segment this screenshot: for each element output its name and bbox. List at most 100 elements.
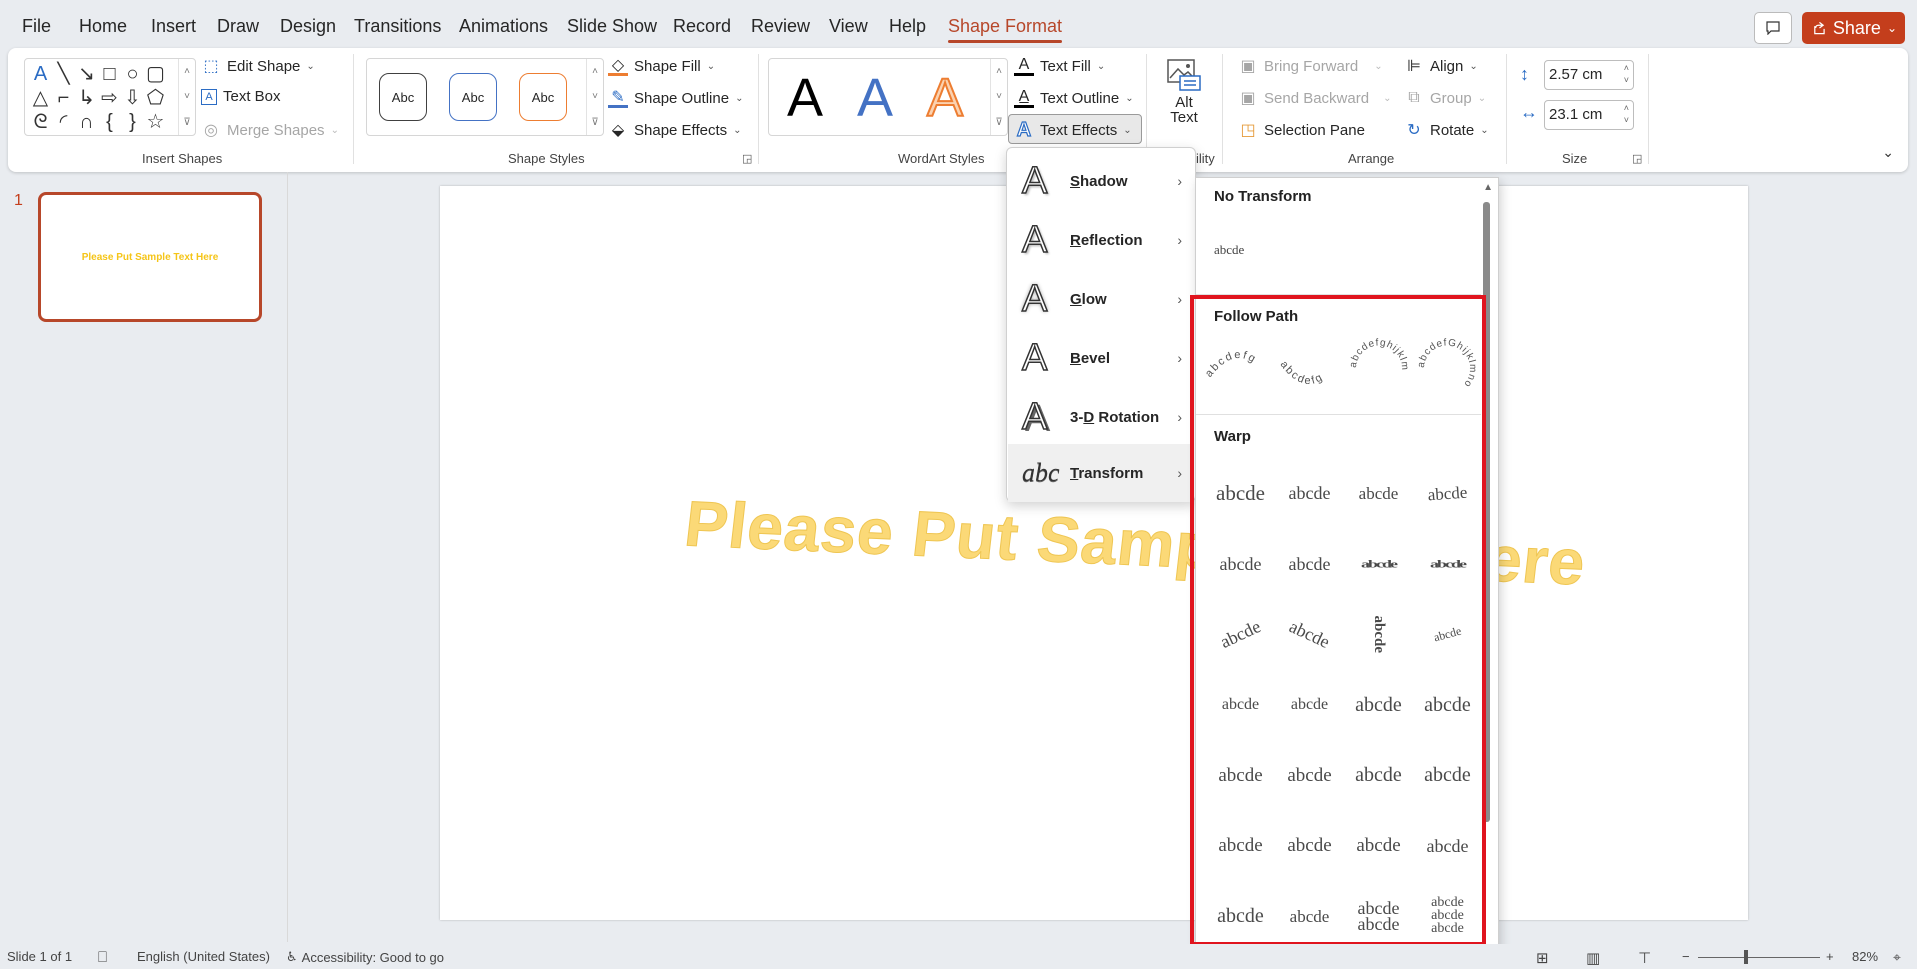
warp-option[interactable]: abcde <box>1206 529 1275 600</box>
no-transform-option[interactable]: abcde <box>1214 242 1244 258</box>
scroll-down-icon[interactable]: ˅ <box>184 91 190 102</box>
shape-down-arrow-icon[interactable]: ⇩ <box>121 86 144 110</box>
wordart-sample[interactable]: A <box>857 65 893 131</box>
warp-option[interactable]: abcde <box>1344 543 1413 585</box>
warp-option[interactable]: abcde <box>1405 591 1490 677</box>
scroll-up-icon[interactable]: ˄ <box>184 66 190 77</box>
shape-width-field[interactable]: 23.1 cm ˄ ˅ <box>1544 100 1634 130</box>
warp-option[interactable]: abcde <box>1413 670 1482 741</box>
shape-style-sample[interactable]: Abc <box>379 73 427 121</box>
shape-right-brace-icon[interactable]: } <box>121 110 144 134</box>
tab-view[interactable]: View <box>829 16 868 37</box>
pane-divider[interactable] <box>287 172 288 942</box>
shape-arc-icon[interactable]: ◜ <box>52 110 75 134</box>
send-backward-button[interactable]: ▣ Send Backward ⌄ <box>1238 88 1391 108</box>
gallery-expand-icon[interactable]: ⊽ <box>183 117 190 128</box>
scroll-down-icon[interactable]: ˅ <box>996 91 1002 102</box>
reading-view-icon[interactable]: ▥ <box>1586 949 1600 967</box>
tab-record[interactable]: Record <box>673 16 731 37</box>
warp-option[interactable]: abcde <box>1275 670 1344 741</box>
slide-thumbnail[interactable]: Please Put Sample Text Here <box>38 192 262 322</box>
slide-sorter-icon[interactable]: ⊞ <box>1536 949 1549 967</box>
group-button[interactable]: ⧉ Group ⌄ <box>1404 88 1486 108</box>
warp-option[interactable]: abcde <box>1206 740 1275 811</box>
scroll-up-icon[interactable]: ˄ <box>592 66 598 77</box>
text-outline-button[interactable]: A̲ Text Outline ⌄ <box>1014 88 1134 108</box>
zoom-level[interactable]: 82% <box>1852 949 1878 964</box>
zoom-in-button[interactable]: + <box>1826 949 1834 964</box>
language-status[interactable]: English (United States) <box>137 949 270 964</box>
fit-to-window-icon[interactable]: ⌖ <box>1893 949 1901 966</box>
gallery-expand-icon[interactable]: ⊽ <box>591 117 598 128</box>
tab-design[interactable]: Design <box>280 16 336 37</box>
tab-draw[interactable]: Draw <box>217 16 259 37</box>
tab-file[interactable]: File <box>22 16 51 37</box>
width-spinner[interactable]: ˄ ˅ <box>1624 102 1629 126</box>
wordart-styles-gallery[interactable]: A A A ˄ ˅ ⊽ <box>768 58 1008 136</box>
warp-option[interactable]: abcde <box>1411 456 1485 531</box>
warp-option[interactable]: abcde <box>1343 600 1414 669</box>
warp-option[interactable]: abcde <box>1275 458 1344 529</box>
tab-shape-format[interactable]: Shape Format <box>948 16 1063 43</box>
share-dropdown-icon[interactable]: ⌄ <box>1887 21 1905 35</box>
warp-option[interactable]: abcde abcde <box>1349 899 1409 933</box>
alt-text-button[interactable]: Alt Text <box>1166 58 1202 126</box>
warp-option[interactable]: abcde <box>1206 881 1275 952</box>
bring-forward-button[interactable]: ▣ Bring Forward ⌄ <box>1238 56 1382 76</box>
accessibility-status[interactable]: ♿ Accessibility: Good to go <box>286 949 444 965</box>
menu-item-reflection[interactable]: A Reflection › <box>1008 211 1194 269</box>
menu-item-glow[interactable]: A Glow › <box>1008 270 1194 328</box>
selection-pane-button[interactable]: ◳ Selection Pane <box>1238 120 1364 140</box>
wordart-sample[interactable]: A <box>787 65 823 131</box>
warp-option[interactable]: abcde <box>1344 740 1413 811</box>
shapes-gallery[interactable]: A ╲ ↘ □ ○ ▢ △ ⌐ ↳ ⇨ ⇩ ⬠ ᘓ ◜ ∩ { } ☆ ˄ ˅ … <box>24 58 196 136</box>
shape-line-icon[interactable]: ╲ <box>52 62 75 86</box>
shape-oval-icon[interactable]: ○ <box>121 62 144 86</box>
shape-curve-icon[interactable]: ∩ <box>75 110 98 134</box>
shape-style-sample[interactable]: Abc <box>519 73 567 121</box>
warp-option[interactable]: abcde <box>1206 458 1275 529</box>
share-button[interactable]: Share ⌄ <box>1802 12 1905 44</box>
shape-left-brace-icon[interactable]: { <box>98 110 121 134</box>
shape-arrow-line-icon[interactable]: ↘ <box>75 62 98 86</box>
scroll-up-icon[interactable]: ˄ <box>996 66 1002 77</box>
tab-transitions[interactable]: Transitions <box>354 16 441 37</box>
warp-option[interactable]: abcde <box>1413 543 1482 585</box>
height-spinner[interactable]: ˄ ˅ <box>1624 62 1629 86</box>
notes-icon[interactable]: ⎕ <box>98 949 107 966</box>
warp-option[interactable]: abcde <box>1263 588 1355 681</box>
collapse-ribbon-icon[interactable]: ⌄ <box>1882 144 1894 161</box>
warp-option[interactable]: abcde <box>1275 529 1344 600</box>
shape-rounded-rect-icon[interactable]: ▢ <box>144 62 167 86</box>
warp-option[interactable]: abcde <box>1275 740 1344 811</box>
menu-item-bevel[interactable]: A Bevel › <box>1008 329 1194 387</box>
warp-option[interactable]: abcde <box>1344 670 1413 741</box>
follow-path-circle[interactable]: abcdefghijklm <box>1346 337 1412 398</box>
shape-outline-button[interactable]: ✎ Shape Outline ⌄ <box>608 88 743 108</box>
zoom-slider-thumb[interactable] <box>1744 950 1748 964</box>
scroll-down-icon[interactable]: ˅ <box>592 91 598 102</box>
merge-shapes-button[interactable]: ◎ Merge Shapes ⌄ <box>201 120 339 140</box>
slide-show-icon[interactable]: ⊤ <box>1638 949 1651 967</box>
scroll-up-icon[interactable]: ▲ <box>1483 182 1493 193</box>
wordart-sample[interactable]: A <box>926 65 964 131</box>
warp-option[interactable]: abcde <box>1206 670 1275 741</box>
shape-triangle-icon[interactable]: △ <box>29 86 52 110</box>
warp-option[interactable]: abcde <box>1344 811 1413 882</box>
shape-star-icon[interactable]: ☆ <box>144 110 167 134</box>
edit-shape-button[interactable]: ⬚ Edit Shape ⌄ <box>201 56 314 76</box>
warp-option[interactable]: abcde <box>1413 740 1482 811</box>
gallery-scrollbar[interactable]: ▲ <box>1482 178 1496 967</box>
menu-item-transform[interactable]: abc Transform › <box>1008 444 1194 502</box>
tab-insert[interactable]: Insert <box>151 16 196 37</box>
menu-item-3d-rotation[interactable]: A 3-D Rotation › <box>1008 388 1194 446</box>
warp-option[interactable]: abcde <box>1275 811 1344 882</box>
tab-animations[interactable]: Animations <box>459 16 548 37</box>
warp-option[interactable]: abcde <box>1344 458 1413 529</box>
rotate-button[interactable]: ↻ Rotate ⌄ <box>1404 120 1488 140</box>
shape-snip-rect-icon[interactable]: ⬠ <box>144 86 167 110</box>
shape-elbow-arrow-icon[interactable]: ↳ <box>75 86 98 110</box>
gallery-expand-icon[interactable]: ⊽ <box>995 117 1002 128</box>
dialog-launcher-icon[interactable]: ◲ <box>1632 152 1642 165</box>
warp-option[interactable]: abcde abcde abcde <box>1423 896 1473 935</box>
